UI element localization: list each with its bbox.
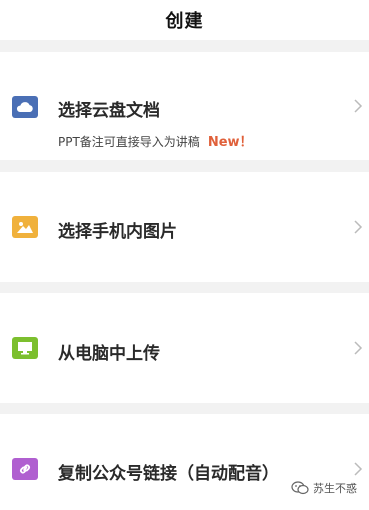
- option-label: 选择手机内图片: [58, 222, 177, 242]
- chevron-right-icon: [354, 99, 363, 113]
- header-bar: 创建: [0, 0, 369, 40]
- watermark-text: 苏生不惑: [313, 482, 357, 495]
- subtitle-text: PPT备注可直接导入为讲稿: [58, 135, 200, 149]
- page-title: 创建: [165, 11, 204, 32]
- option-label: 从电脑中上传: [58, 344, 160, 364]
- link-icon: [12, 458, 38, 480]
- monitor-icon: [12, 337, 38, 359]
- watermark: 苏生不惑: [291, 480, 357, 496]
- chevron-right-icon: [354, 341, 363, 355]
- new-badge: New！: [207, 135, 253, 150]
- option-label: 选择云盘文档: [58, 101, 160, 121]
- image-icon: [12, 216, 38, 238]
- wechat-icon: [291, 481, 309, 495]
- option-cloud-docs[interactable]: 选择云盘文档 PPT备注可直接导入为讲稿 New！: [0, 52, 369, 160]
- chevron-right-icon: [354, 220, 363, 234]
- option-phone-images[interactable]: 选择手机内图片: [0, 172, 369, 282]
- chevron-right-icon: [354, 462, 363, 476]
- option-computer-upload[interactable]: 从电脑中上传: [0, 293, 369, 403]
- option-label: 复制公众号链接（自动配音）: [58, 464, 279, 484]
- option-subtitle: PPT备注可直接导入为讲稿 New！: [58, 131, 253, 150]
- cloud-icon: [12, 96, 38, 118]
